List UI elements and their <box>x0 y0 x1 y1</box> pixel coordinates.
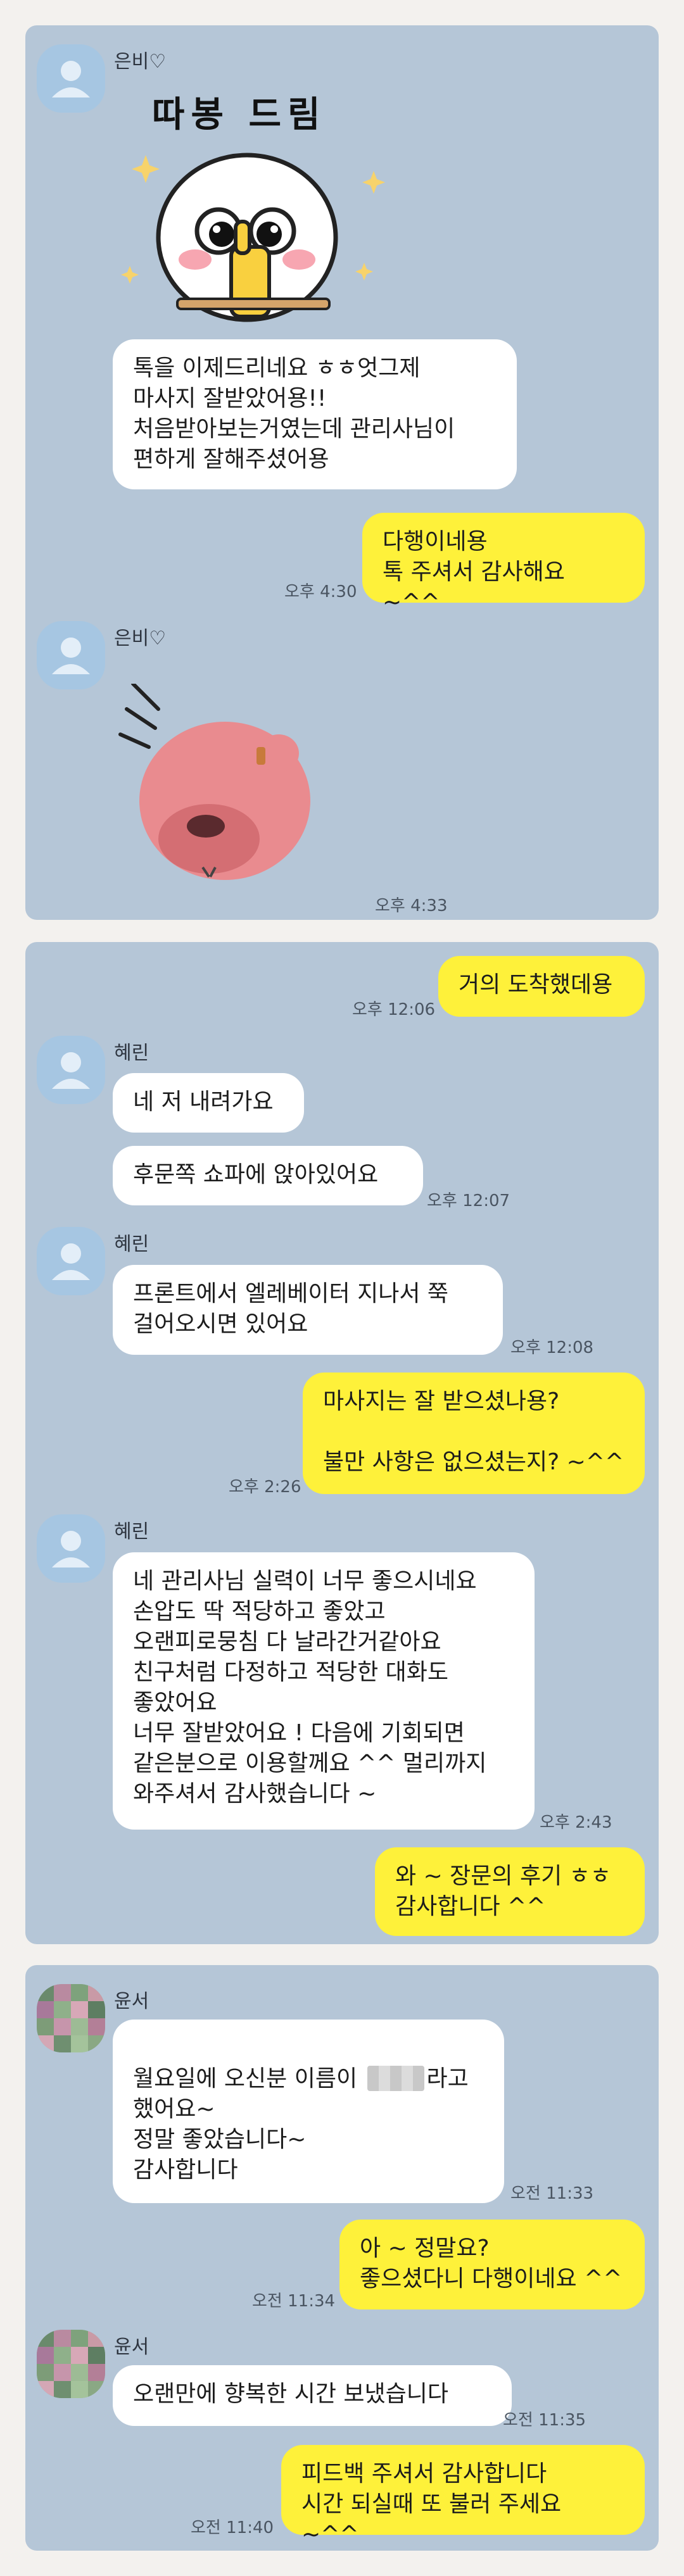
message-time: 오전 11:35 <box>503 2411 586 2430</box>
incoming-message[interactable]: 후문쪽 쇼파에 앉아있어요 <box>113 1146 423 1205</box>
incoming-message[interactable]: 월요일에 오신분 이름이 라고 했어요~ 정말 좋았습니다~ 감사합니다 <box>113 2020 504 2203</box>
message-time: 오후 4:30 <box>284 582 357 601</box>
redacted-name <box>367 2066 424 2091</box>
sender-name: 혜린 <box>114 1521 149 1543</box>
message-time: 오후 2:26 <box>229 1478 301 1497</box>
outgoing-message[interactable]: 아 ~ 정말요? 좋으셨다니 다행이네요 ^^ <box>339 2220 645 2309</box>
message-time: 오전 11:33 <box>510 2184 594 2203</box>
incoming-message[interactable]: 톡을 이제드리네요 ㅎㅎ엇그제 마사지 잘받았어용!! 처음받아보는거였는데 관… <box>113 339 517 489</box>
profile-avatar[interactable] <box>37 2330 105 2398</box>
sender-name: 윤서 <box>114 1990 149 2013</box>
pink-beaver-sticker <box>114 682 329 893</box>
sender-name: 혜린 <box>114 1042 149 1064</box>
default-profile-icon <box>52 1243 90 1280</box>
sender-name: 은비♡ <box>114 627 167 650</box>
outgoing-message[interactable]: 다행이네용 톡 주셔서 감사해요 ~^^ <box>362 513 645 615</box>
message-time: 오후 12:07 <box>427 1191 510 1210</box>
message-time: 오전 11:40 <box>191 2518 274 2537</box>
message-time: 오후 2:43 <box>540 1813 612 1832</box>
message-time: 오후 4:33 <box>375 896 448 915</box>
incoming-message[interactable]: 네 저 내려가요 <box>113 1073 304 1133</box>
sender-name: 은비♡ <box>114 51 167 73</box>
profile-avatar[interactable] <box>37 621 105 689</box>
profile-avatar[interactable] <box>37 1984 105 2052</box>
default-profile-icon <box>52 1531 90 1568</box>
incoming-message[interactable]: 오랜만에 향복한 시간 보냈습니다 <box>113 2365 512 2426</box>
message-time: 오전 11:34 <box>252 2292 336 2311</box>
incoming-message[interactable]: 네 관리사님 실력이 너무 좋으시네요 손압도 딱 적당하고 좋았고 오랜피로뭉… <box>113 1552 535 1830</box>
chat-panel-1: 은비♡ 따봉 드림 톡을 이제드리네요 ㅎㅎ엇그제 마사지 잘받았어용!! 처음… <box>25 25 659 920</box>
thumbs-up-sticker: 따봉 드림 <box>114 76 393 329</box>
chat-panel-3: 윤서 월요일에 오신분 이름이 라고 했어요~ 정말 좋았습니다~ 감사합니다 … <box>25 1965 659 2551</box>
profile-avatar[interactable] <box>37 1227 105 1295</box>
incoming-message[interactable]: 프론트에서 엘레베이터 지나서 쭉 걸어오시면 있어요 <box>113 1265 503 1355</box>
message-text: 월요일에 오신분 이름이 <box>133 2066 365 2092</box>
profile-avatar[interactable] <box>37 1036 105 1104</box>
profile-avatar[interactable] <box>37 44 105 113</box>
default-profile-icon <box>52 638 90 674</box>
sticker-caption: 따봉 드림 <box>152 94 327 135</box>
chat-panel-2: 거의 도착했데용 오후 12:06 혜린 네 저 내려가요 후문쪽 쇼파에 앉아… <box>25 942 659 1944</box>
message-time: 오후 12:08 <box>510 1338 594 1357</box>
default-profile-icon <box>52 1052 90 1089</box>
sender-name: 혜린 <box>114 1233 149 1255</box>
outgoing-message[interactable]: 피드백 주셔서 감사합니다 시간 되실때 또 불러 주세요 ~^^ <box>281 2445 645 2548</box>
default-profile-icon <box>52 61 90 97</box>
message-time: 오후 12:06 <box>352 1000 436 1019</box>
outgoing-message[interactable]: 마사지는 잘 받으셨나용? 불만 사항은 없으셨는지? ~^^ <box>303 1373 645 1494</box>
sender-name: 윤서 <box>114 2336 149 2358</box>
outgoing-message[interactable]: 와 ~ 장문의 후기 ㅎㅎ 감사합니다 ^^ <box>375 1847 645 1936</box>
profile-avatar[interactable] <box>37 1514 105 1583</box>
outgoing-message[interactable]: 거의 도착했데용 <box>438 956 645 1017</box>
